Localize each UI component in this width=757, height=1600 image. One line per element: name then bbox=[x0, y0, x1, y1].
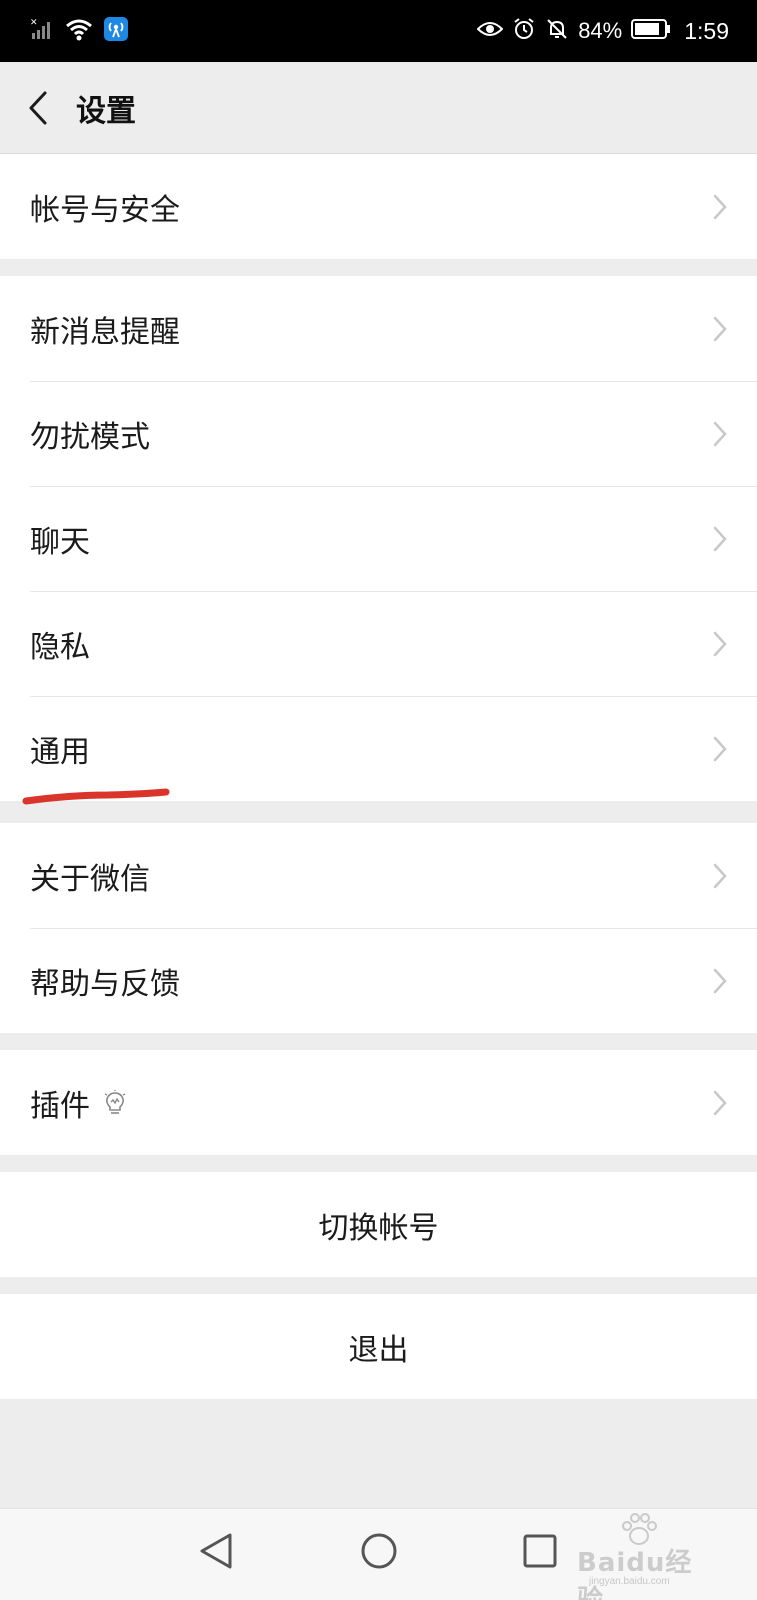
wifi-icon bbox=[64, 17, 94, 45]
row-plugins[interactable]: 插件 bbox=[0, 1050, 757, 1155]
chevron-right-icon bbox=[713, 526, 727, 551]
eye-icon bbox=[476, 19, 504, 43]
row-chat[interactable]: 聊天 bbox=[0, 486, 757, 591]
nav-bar: 设置 bbox=[0, 62, 757, 154]
switch-account-group: 切换帐号 bbox=[0, 1172, 757, 1277]
row-account-security[interactable]: 帐号与安全 bbox=[0, 154, 757, 259]
back-button[interactable] bbox=[0, 62, 76, 154]
row-about-wechat[interactable]: 关于微信 bbox=[0, 823, 757, 928]
row-label: 帮助与反馈 bbox=[30, 966, 180, 1002]
row-label: 隐私 bbox=[30, 629, 90, 665]
row-label: 通用 bbox=[30, 734, 90, 770]
red-underline-annotation bbox=[22, 788, 170, 805]
settings-group-main: 新消息提醒 勿扰模式 聊天 隐私 通用 bbox=[0, 276, 757, 801]
lightbulb-icon bbox=[104, 1089, 126, 1114]
logout-group: 退出 bbox=[0, 1294, 757, 1399]
chevron-right-icon bbox=[713, 863, 727, 888]
switch-account-button[interactable]: 切换帐号 bbox=[0, 1172, 757, 1277]
chevron-right-icon bbox=[713, 421, 727, 446]
settings-group-about: 关于微信 帮助与反馈 bbox=[0, 823, 757, 1033]
clock: 1:59 bbox=[684, 17, 729, 44]
battery-icon bbox=[631, 18, 671, 44]
hotspot-icon bbox=[104, 17, 128, 45]
switch-account-label: 切换帐号 bbox=[318, 1210, 439, 1246]
row-label: 聊天 bbox=[30, 524, 90, 560]
chevron-right-icon bbox=[713, 968, 727, 993]
bell-off-icon bbox=[545, 17, 569, 45]
signal-icon: ✕ bbox=[30, 17, 54, 45]
status-bar: ✕ 84% 1:59 bbox=[0, 0, 757, 62]
status-right: 84% 1:59 bbox=[476, 17, 729, 45]
battery-percent: 84% bbox=[578, 18, 623, 43]
baidu-watermark: Baidu经验 jingyan.baidu.com bbox=[569, 1510, 719, 1600]
row-privacy[interactable]: 隐私 bbox=[0, 591, 757, 696]
svg-text:✕: ✕ bbox=[30, 18, 38, 28]
row-label: 帐号与安全 bbox=[30, 192, 180, 228]
row-label: 勿扰模式 bbox=[30, 419, 150, 455]
row-label: 新消息提醒 bbox=[30, 314, 180, 350]
nav-home-icon[interactable] bbox=[360, 1531, 398, 1571]
chevron-right-icon bbox=[713, 316, 727, 341]
row-new-message-alerts[interactable]: 新消息提醒 bbox=[0, 276, 757, 381]
logout-label: 退出 bbox=[348, 1332, 409, 1368]
row-help-feedback[interactable]: 帮助与反馈 bbox=[0, 928, 757, 1033]
watermark-brand: Baidu经验 bbox=[577, 1548, 693, 1600]
chevron-right-icon bbox=[713, 194, 727, 219]
chevron-right-icon bbox=[713, 736, 727, 761]
chevron-right-icon bbox=[713, 631, 727, 656]
status-left: ✕ bbox=[30, 17, 128, 45]
nav-recents-icon[interactable] bbox=[522, 1531, 558, 1571]
settings-group-account: 帐号与安全 bbox=[0, 154, 757, 259]
paw-logo-icon bbox=[622, 1513, 657, 1545]
watermark-url: jingyan.baidu.com bbox=[589, 1576, 670, 1587]
row-label: 插件 bbox=[30, 1088, 90, 1124]
chevron-right-icon bbox=[713, 1090, 727, 1115]
settings-group-plugins: 插件 bbox=[0, 1050, 757, 1155]
row-do-not-disturb[interactable]: 勿扰模式 bbox=[0, 381, 757, 486]
nav-back-icon[interactable] bbox=[198, 1531, 234, 1571]
back-icon bbox=[29, 91, 47, 124]
page-title: 设置 bbox=[76, 93, 136, 129]
row-label: 关于微信 bbox=[30, 861, 150, 897]
logout-button[interactable]: 退出 bbox=[0, 1294, 757, 1399]
alarm-icon bbox=[512, 17, 536, 45]
